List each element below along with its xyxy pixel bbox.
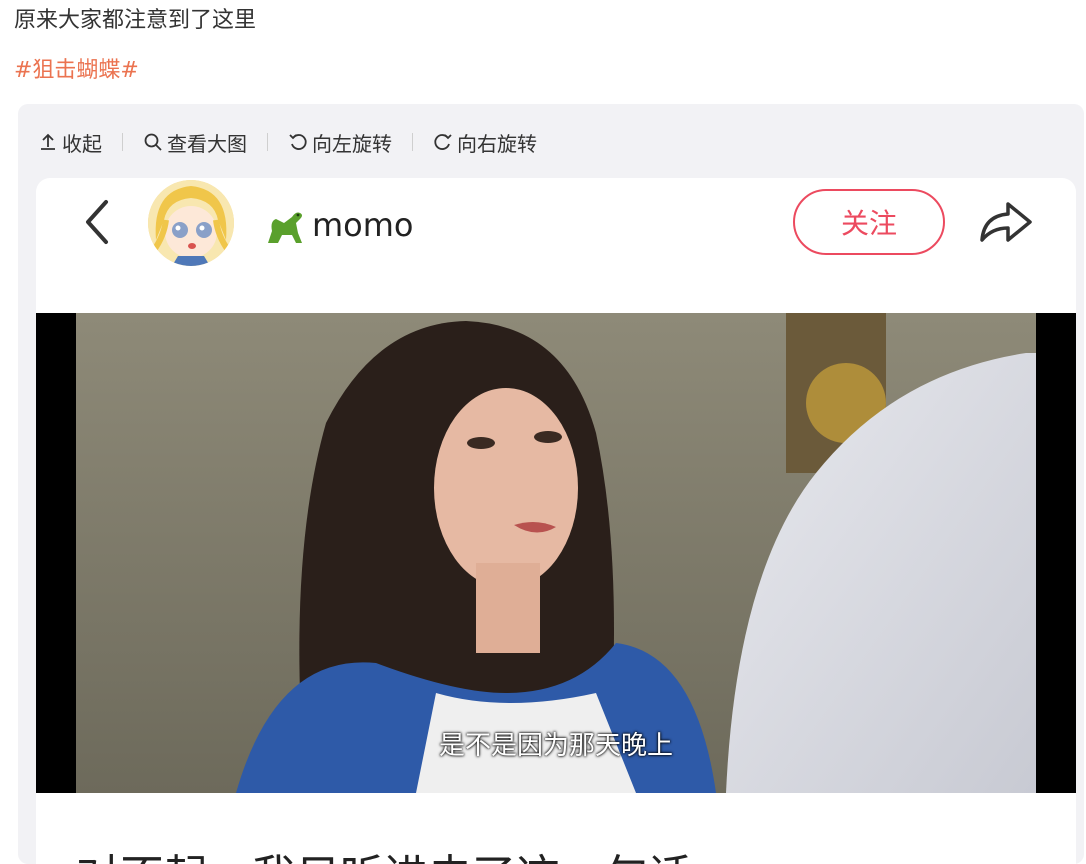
- follow-button[interactable]: 关注: [793, 189, 945, 255]
- collapse-button[interactable]: 收起: [38, 128, 102, 157]
- collapse-label: 收起: [62, 131, 102, 156]
- post-text: 原来大家都注意到了这里: [14, 8, 257, 33]
- magnifier-icon: [144, 133, 162, 151]
- username-row[interactable]: momo: [262, 203, 414, 247]
- caption-text: 对不起，我只听进去了这一句话: [76, 840, 692, 864]
- image-toolbar: 收起 查看大图 向左旋转 向右旋转: [38, 126, 537, 158]
- toolbar-divider: [122, 133, 123, 151]
- collapse-icon: [41, 133, 55, 150]
- rotate-right-icon: [434, 134, 452, 150]
- dinosaur-icon: [268, 212, 302, 243]
- rotate-left-button[interactable]: 向左旋转: [288, 128, 392, 157]
- back-arrow-icon[interactable]: [82, 198, 112, 246]
- view-large-label: 查看大图: [167, 131, 247, 156]
- hashtag-link[interactable]: #狙击蝴蝶#: [14, 52, 139, 84]
- anime-avatar-icon: [148, 180, 234, 266]
- view-large-button[interactable]: 查看大图: [143, 128, 247, 157]
- rotate-left-label: 向左旋转: [312, 131, 392, 156]
- video-frame[interactable]: 是不是因为那天晚上: [36, 313, 1076, 793]
- video-subtitle: 是不是因为那天晚上: [438, 731, 673, 761]
- share-icon[interactable]: [978, 196, 1034, 246]
- rotate-right-button[interactable]: 向右旋转: [433, 128, 537, 157]
- avatar[interactable]: [148, 180, 234, 266]
- video-still-image: [36, 313, 1076, 793]
- toolbar-divider: [267, 133, 268, 151]
- rotate-right-label: 向右旋转: [457, 131, 537, 156]
- toolbar-divider: [412, 133, 413, 151]
- rotate-left-icon: [289, 134, 307, 150]
- username: momo: [312, 206, 414, 244]
